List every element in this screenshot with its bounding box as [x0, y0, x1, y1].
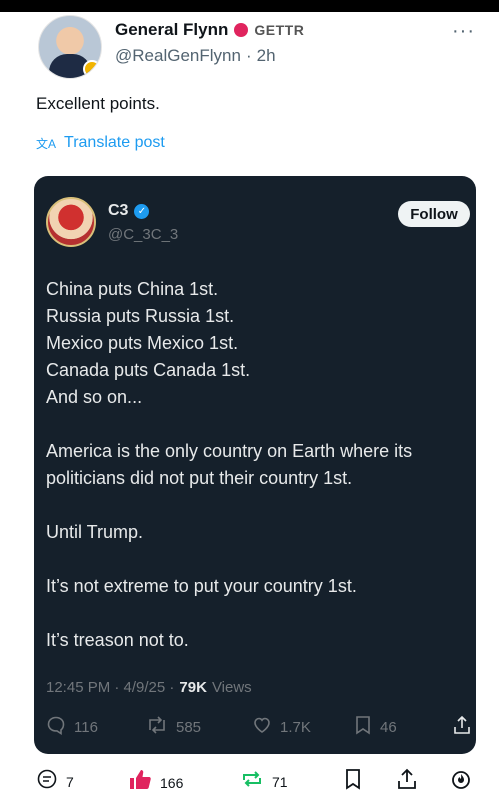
separator: · — [245, 46, 252, 65]
author-display-name[interactable]: General Flynn — [115, 20, 228, 40]
author-name-row: General Flynn GETTR — [115, 20, 304, 40]
text-line: Canada puts Canada 1st. — [46, 360, 251, 380]
bookmark-button[interactable]: 46 — [354, 715, 397, 740]
quoted-name-row: C3 ✓ — [108, 202, 150, 220]
bottom-action-bar: 7 166 71 — [0, 764, 499, 796]
comment-button[interactable]: 7 — [36, 768, 74, 795]
text-line: It’s not extreme to put your country 1st… — [46, 576, 357, 596]
repost-icon-main — [240, 768, 264, 795]
tip-button[interactable] — [450, 768, 472, 795]
like-count: 1.7K — [280, 719, 311, 736]
views-label: Views — [211, 679, 252, 696]
text-line: It’s treason not to. — [46, 630, 189, 650]
quoted-action-bar: 116 585 1.7K 46 — [46, 715, 474, 741]
reply-icon — [46, 715, 66, 740]
share-icon — [452, 715, 472, 740]
translate-label: Translate post — [64, 134, 165, 151]
translate-post-link[interactable]: 文A Translate post — [36, 134, 165, 152]
like-button-main[interactable]: 166 — [128, 768, 183, 797]
quoted-post-card[interactable]: C3 ✓ @C_3C_3 Follow China puts China 1st… — [34, 176, 476, 754]
like-button[interactable]: 1.7K — [252, 715, 311, 740]
top-bar — [0, 0, 499, 12]
platform-label: GETTR — [254, 22, 305, 38]
text-line: China puts China 1st. — [46, 279, 219, 299]
gold-badge-icon — [83, 60, 101, 78]
author-handle[interactable]: @RealGenFlynn — [115, 46, 241, 66]
gettr-icon — [234, 23, 249, 37]
flame-icon — [450, 768, 472, 795]
translate-icon: 文A — [36, 136, 57, 151]
post-time: 2h — [256, 46, 276, 65]
text-line: Until Trump. — [46, 522, 144, 542]
post-meta: 12:45 PM · 4/9/25 · 79K Views — [46, 679, 252, 696]
quoted-display-name[interactable]: C3 — [108, 202, 128, 220]
text-line: Mexico puts Mexico 1st. — [46, 333, 239, 353]
like-count-main: 166 — [160, 774, 184, 791]
bookmark-count: 46 — [380, 719, 397, 736]
share-button[interactable] — [452, 715, 472, 740]
quoted-author-avatar[interactable] — [46, 197, 96, 247]
repost-button-main[interactable]: 71 — [240, 768, 288, 795]
share-icon-main — [396, 768, 418, 795]
thumbs-up-icon — [128, 768, 152, 797]
comment-count: 7 — [66, 773, 74, 790]
share-button-main[interactable] — [396, 768, 418, 795]
heart-icon — [252, 715, 272, 740]
text-line: politicians did not put their country 1s… — [46, 468, 353, 488]
verified-icon: ✓ — [134, 203, 150, 219]
repost-button[interactable]: 585 — [146, 715, 201, 740]
views-count: 79K — [179, 679, 207, 696]
comment-icon — [36, 768, 58, 795]
text-line: Russia puts Russia 1st. — [46, 306, 235, 326]
author-handle-row: @RealGenFlynn · 2h — [115, 46, 276, 66]
author-avatar[interactable] — [38, 15, 102, 79]
reply-button[interactable]: 116 — [46, 715, 98, 740]
reply-count: 116 — [74, 719, 98, 736]
text-line: And so on... — [46, 387, 143, 407]
more-options-icon[interactable]: ··· — [452, 20, 475, 43]
post-text: Excellent points. — [36, 94, 160, 113]
repost-count-main: 71 — [272, 773, 288, 790]
follow-button[interactable]: Follow — [398, 201, 470, 227]
bookmark-icon-main — [344, 768, 362, 795]
repost-icon — [146, 715, 168, 740]
quoted-post-text: China puts China 1st. Russia puts Russia… — [46, 276, 466, 654]
bookmark-button-main[interactable] — [344, 768, 362, 795]
post-timestamp[interactable]: 12:45 PM · 4/9/25 · — [46, 679, 174, 696]
text-line: America is the only country on Earth whe… — [46, 441, 413, 461]
bookmark-icon — [354, 715, 372, 740]
quoted-handle[interactable]: @C_3C_3 — [108, 226, 178, 243]
repost-count: 585 — [176, 719, 202, 736]
